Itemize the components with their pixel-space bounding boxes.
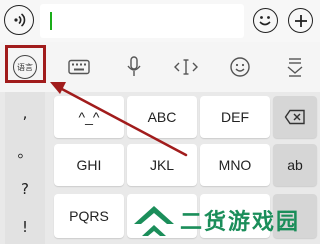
cursor-move-button[interactable] [170, 52, 202, 82]
punctuation-key[interactable]: , [5, 96, 45, 130]
key-abc[interactable]: ABC [127, 96, 197, 138]
backspace-key[interactable] [273, 96, 317, 138]
punctuation-key[interactable]: 。 [5, 134, 45, 168]
key-pqrs[interactable]: PQRS [54, 194, 124, 238]
emoji-icon [230, 57, 250, 77]
hide-keyboard-button[interactable] [279, 52, 311, 82]
hide-keyboard-icon [287, 58, 303, 77]
watermark-text: 二货游戏园 [180, 210, 301, 235]
microphone-icon [127, 56, 141, 76]
punctuation-key[interactable]: ! [5, 210, 45, 244]
watermark-logo-icon [134, 206, 174, 236]
key-jkl[interactable]: JKL [127, 144, 197, 186]
key-1[interactable]: ^_^ [54, 96, 124, 138]
punctuation-key[interactable]: ? [5, 172, 45, 206]
key-mno[interactable]: MNO [200, 144, 270, 186]
watermark: 二货游戏园 [130, 196, 320, 244]
backspace-icon [284, 109, 305, 125]
cursor-move-icon [174, 59, 198, 75]
plus-icon [294, 14, 307, 27]
voice-mode-button[interactable] [4, 5, 34, 35]
text-caret [50, 12, 52, 30]
voice-mode-icon [14, 13, 26, 27]
more-button[interactable] [288, 8, 313, 33]
voice-input-button[interactable] [118, 52, 150, 82]
case-switch-key[interactable]: ab [273, 144, 317, 186]
emoji-button[interactable] [253, 8, 278, 33]
key-def[interactable]: DEF [200, 96, 270, 138]
annotation-highlight-box [5, 45, 46, 83]
key-ghi[interactable]: GHI [54, 144, 124, 186]
emoji-icon [259, 16, 271, 26]
keyboard-toolbar: 语言 [0, 42, 320, 92]
keyboard-switch-button[interactable] [63, 52, 95, 82]
emoji-panel-button[interactable] [224, 52, 256, 82]
punctuation-column: , 。 ? ! [5, 92, 45, 244]
keyboard-icon [68, 59, 90, 75]
message-text-field[interactable] [40, 4, 244, 38]
message-input-bar [0, 0, 320, 42]
